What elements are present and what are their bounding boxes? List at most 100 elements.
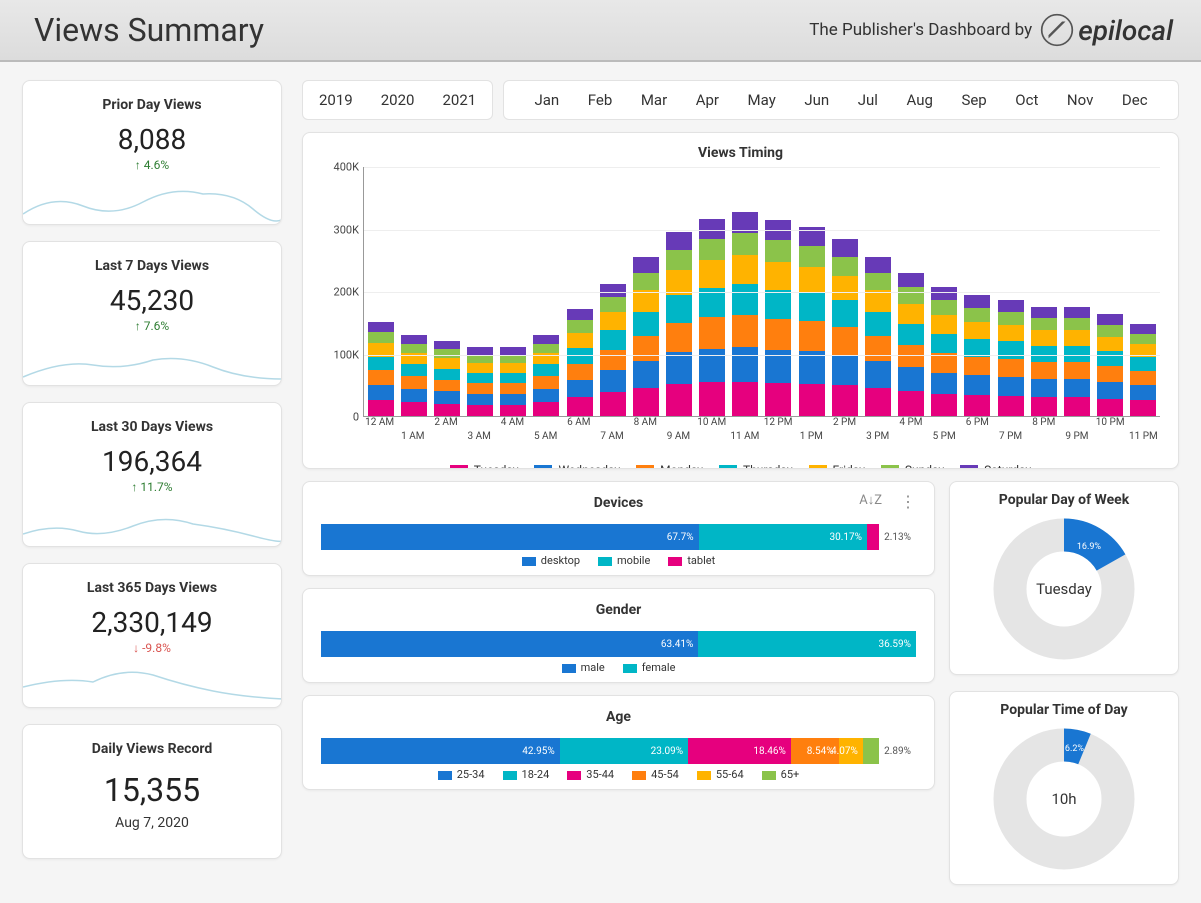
timing-segment [964,395,990,416]
legend-item[interactable]: tablet [668,554,715,567]
timing-segment [666,232,692,250]
age-card: Age 42.95%23.09%18.46%8.54%4.07%2.89% 25… [302,695,935,790]
month-option[interactable]: Oct [1015,91,1038,109]
sidebar: Prior Day Views 8,088 ↑4.6% Last 7 Days … [22,80,282,885]
gender-card: Gender 63.41%36.59% malefemale [302,588,935,683]
timing-segment [799,321,825,351]
timing-bar [765,220,791,416]
timing-segment [732,315,758,348]
timing-segment [865,273,891,291]
month-option[interactable]: Apr [696,91,719,109]
month-option[interactable]: Dec [1122,91,1148,109]
arrow-up-icon: ↑ [131,480,137,494]
year-option[interactable]: 2019 [319,91,353,109]
legend-item[interactable]: 35-44 [567,768,614,781]
timing-segment [567,333,593,348]
month-option[interactable]: Sep [961,91,986,109]
legend-item[interactable]: 55-64 [697,768,744,781]
timing-segment [898,391,924,416]
timing-segment [998,312,1024,325]
legend-item[interactable]: Wednesday [534,463,620,469]
plot-area [363,167,1160,417]
timing-bar [832,239,858,416]
timing-segment [633,336,659,361]
timing-segment [832,327,858,355]
more-icon[interactable]: ⋮ [900,492,916,511]
timing-segment [1097,382,1123,399]
hbar-segment: 4.07% [839,738,863,764]
timing-segment [533,344,559,353]
timing-segment [1064,330,1090,346]
timing-segment [1031,362,1057,379]
donut-slice-label: 16.9% [1077,542,1101,552]
legend-item[interactable]: desktop [522,554,580,567]
legend-item[interactable]: 65+ [762,768,800,781]
month-option[interactable]: Mar [641,91,667,109]
sparkline [23,335,282,385]
year-option[interactable]: 2020 [381,91,415,109]
timing-segment [998,325,1024,341]
timing-segment [434,380,460,391]
legend-item[interactable]: 45-54 [632,768,679,781]
month-option[interactable]: May [748,91,776,109]
legend-item[interactable]: Thursday [719,463,793,469]
timing-segment [500,363,526,373]
timing-segment [434,349,460,358]
timing-segment [998,377,1024,396]
timing-segment [1097,351,1123,366]
timing-segment [732,382,758,416]
legend-item[interactable]: Friday [809,463,865,469]
stat-last-30: Last 30 Days Views 196,364 ↑11.7% [22,402,282,547]
gender-legend: male female [321,661,916,674]
month-option[interactable]: Jul [858,91,878,109]
stat-delta: ↑7.6% [135,319,169,333]
timing-segment [931,315,957,333]
stat-title: Last 365 Days Views [87,580,217,596]
timing-segment [964,375,990,395]
timing-bar [368,322,394,416]
timing-segment [1064,307,1090,318]
legend-item[interactable]: 18-24 [503,768,550,781]
legend-item[interactable]: Tuesday [450,463,519,469]
timing-bar [1130,324,1156,416]
month-option[interactable]: Jan [534,91,559,109]
timing-segment [832,276,858,300]
legend-item[interactable]: Saturday [960,463,1031,469]
legend-item[interactable]: 25-34 [438,768,485,781]
timing-segment [666,384,692,417]
legend-item[interactable]: Monday [636,463,703,469]
timing-segment [666,352,692,383]
legend-item[interactable]: Sunday [881,463,944,469]
timing-bar [401,335,427,416]
timing-segment [666,323,692,352]
timing-segment [633,273,659,291]
timing-segment [633,257,659,273]
year-option[interactable]: 2021 [442,91,476,109]
sparkline [23,657,282,707]
timing-segment [699,382,725,416]
timing-segment [998,300,1024,312]
legend-item[interactable]: male [562,661,605,674]
timing-segment [931,300,957,315]
timing-segment [600,392,626,416]
timing-segment [401,376,427,389]
legend-item[interactable]: female [623,661,676,674]
month-option[interactable]: Feb [588,91,613,109]
age-hbar: 42.95%23.09%18.46%8.54%4.07%2.89% [321,738,916,764]
timing-segment [633,361,659,388]
timing-bar [1031,307,1057,416]
month-option[interactable]: Jun [804,91,829,109]
legend-item[interactable]: mobile [598,554,650,567]
sort-icon[interactable]: A↓Z [859,492,882,511]
timing-segment [865,336,891,361]
stat-record: Daily Views Record 15,355 Aug 7, 2020 [22,724,282,859]
stat-last-365: Last 365 Days Views 2,330,149 ↓-9.8% [22,563,282,708]
stat-prior-day: Prior Day Views 8,088 ↑4.6% [22,80,282,225]
timing-segment [401,364,427,376]
month-option[interactable]: Nov [1067,91,1093,109]
month-option[interactable]: Aug [906,91,932,109]
chart-title: Popular Time of Day [1000,702,1127,718]
timing-segment [1097,366,1123,382]
timing-bar [567,309,593,416]
page-title: Views Summary [34,11,264,49]
